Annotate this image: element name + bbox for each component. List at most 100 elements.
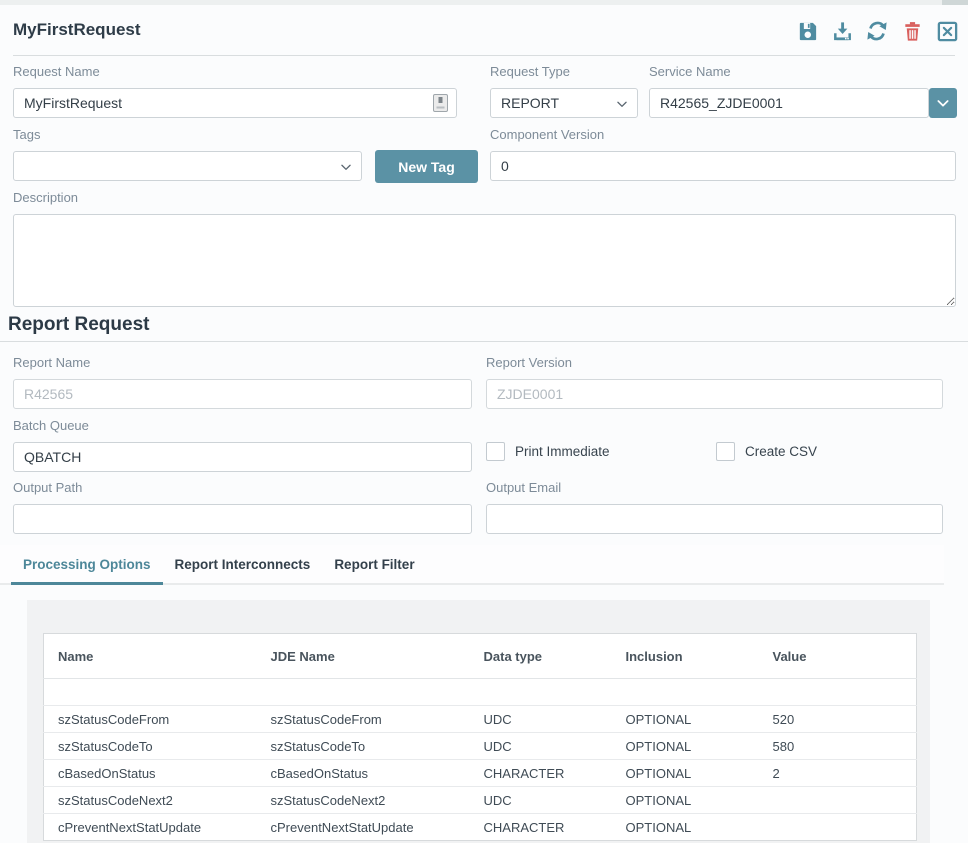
export-button[interactable] (829, 18, 855, 44)
report-name-label: Report Name (13, 355, 472, 371)
cell-inclusion: OPTIONAL (612, 787, 759, 814)
print-immediate-label: Print Immediate (515, 444, 610, 459)
report-name-field: Report Name (13, 355, 472, 409)
refresh-icon (865, 19, 889, 43)
cell-name: cPreventNextStatUpdate (44, 814, 257, 841)
report-name-input (13, 379, 472, 409)
chevron-down-icon (935, 95, 951, 111)
cell-jde-name: szStatusCodeTo (257, 733, 470, 760)
table-header-row: Name JDE Name Data type Inclusion Value (44, 634, 917, 679)
delete-button[interactable] (899, 18, 925, 44)
cell-jde-name: cBasedOnStatus (257, 760, 470, 787)
service-name-field: Service Name (649, 64, 929, 118)
report-version-label: Report Version (486, 355, 943, 371)
component-version-label: Component Version (490, 127, 956, 143)
cell-value: 520 (759, 706, 917, 733)
cell-inclusion (612, 679, 759, 706)
cell-value: 2 (759, 760, 917, 787)
column-header-inclusion: Inclusion (612, 634, 759, 679)
component-version-input[interactable] (490, 151, 956, 181)
cell-data-type: CHARACTER (470, 760, 612, 787)
save-button[interactable] (794, 18, 820, 44)
print-immediate-option: Print Immediate (486, 442, 610, 461)
page-title: MyFirstRequest (13, 20, 141, 40)
save-icon (796, 20, 819, 43)
cell-jde-name (257, 679, 470, 706)
output-email-field: Output Email (486, 480, 943, 534)
cell-inclusion: OPTIONAL (612, 760, 759, 787)
table-row[interactable] (44, 679, 917, 706)
cell-data-type: UDC (470, 706, 612, 733)
column-header-value: Value (759, 634, 917, 679)
cell-jde-name: szStatusCodeNext2 (257, 787, 470, 814)
report-version-field: Report Version (486, 355, 943, 409)
table-row[interactable]: szStatusCodeTo szStatusCodeTo UDC OPTION… (44, 733, 917, 760)
create-csv-option: Create CSV (716, 442, 817, 461)
output-path-label: Output Path (13, 480, 472, 496)
header-divider (13, 55, 955, 56)
description-label: Description (13, 190, 956, 206)
processing-options-panel: Name JDE Name Data type Inclusion Value … (27, 600, 930, 843)
cell-data-type (470, 679, 612, 706)
request-type-select[interactable]: REPORT (490, 88, 638, 118)
service-name-label: Service Name (649, 64, 929, 80)
request-name-label: Request Name (13, 64, 457, 80)
request-name-field: Request Name (13, 64, 457, 118)
refresh-button[interactable] (864, 18, 890, 44)
column-header-name: Name (44, 634, 257, 679)
print-immediate-checkbox[interactable] (486, 442, 505, 461)
table-row[interactable]: szStatusCodeFrom szStatusCodeFrom UDC OP… (44, 706, 917, 733)
batch-queue-field: Batch Queue (13, 418, 472, 472)
cell-inclusion: OPTIONAL (612, 706, 759, 733)
chevron-down-icon (339, 160, 353, 177)
tags-field: Tags (13, 127, 362, 181)
section-title-report-request: Report Request (8, 314, 149, 336)
cell-value: 580 (759, 733, 917, 760)
cell-inclusion: OPTIONAL (612, 814, 759, 841)
component-version-field: Component Version (490, 127, 956, 181)
request-editor-screen: MyFirstRequest (0, 0, 968, 843)
table-row[interactable]: cBasedOnStatus cBasedOnStatus CHARACTER … (44, 760, 917, 787)
cell-inclusion: OPTIONAL (612, 733, 759, 760)
delete-icon (901, 20, 924, 43)
cell-name: szStatusCodeFrom (44, 706, 257, 733)
cell-value (759, 679, 917, 706)
cell-data-type: UDC (470, 787, 612, 814)
tags-label: Tags (13, 127, 362, 143)
table-row[interactable]: cPreventNextStatUpdate cPreventNextStatU… (44, 814, 917, 841)
cell-name: szStatusCodeTo (44, 733, 257, 760)
chevron-down-icon (615, 97, 629, 114)
report-version-input (486, 379, 943, 409)
processing-options-table: Name JDE Name Data type Inclusion Value … (43, 633, 917, 841)
description-textarea[interactable] (13, 214, 956, 307)
cell-jde-name: cPreventNextStatUpdate (257, 814, 470, 841)
service-name-dropdown-button[interactable] (929, 88, 957, 118)
service-name-input[interactable] (649, 88, 929, 118)
cell-name: szStatusCodeNext2 (44, 787, 257, 814)
tab-report-filter[interactable]: Report Filter (322, 545, 426, 585)
request-type-field: Request Type REPORT (490, 64, 638, 118)
close-icon (936, 20, 959, 43)
create-csv-label: Create CSV (745, 444, 817, 459)
table-row[interactable]: szStatusCodeNext2 szStatusCodeNext2 UDC … (44, 787, 917, 814)
new-tag-button[interactable]: New Tag (375, 150, 478, 183)
batch-queue-label: Batch Queue (13, 418, 472, 434)
tab-processing-options[interactable]: Processing Options (11, 545, 163, 585)
text-edit-icon[interactable] (433, 94, 448, 117)
request-type-value: REPORT (501, 95, 559, 111)
cell-value (759, 814, 917, 841)
description-field: Description (13, 190, 956, 307)
close-button[interactable] (934, 18, 960, 44)
output-path-input[interactable] (13, 504, 472, 534)
batch-queue-input[interactable] (13, 442, 472, 472)
section-divider (0, 341, 968, 342)
tab-report-interconnects[interactable]: Report Interconnects (163, 545, 323, 585)
tab-bar: Processing Options Report Interconnects … (0, 545, 944, 585)
request-name-input[interactable] (13, 88, 457, 118)
request-type-label: Request Type (490, 64, 638, 80)
create-csv-checkbox[interactable] (716, 442, 735, 461)
top-strip-corner (942, 0, 968, 5)
header-action-bar (794, 18, 960, 44)
tags-select[interactable] (13, 151, 362, 181)
output-email-input[interactable] (486, 504, 943, 534)
